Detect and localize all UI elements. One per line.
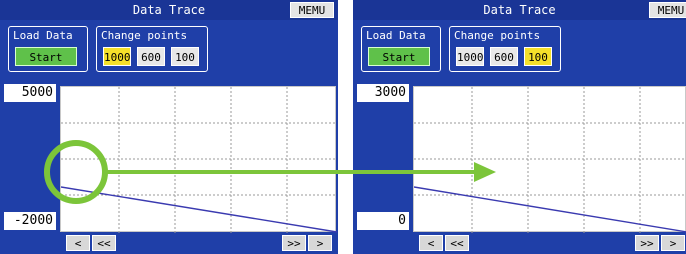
arrow-head-icon [474, 162, 496, 182]
annotation-overlay [44, 140, 496, 204]
highlight-circle [44, 140, 108, 204]
